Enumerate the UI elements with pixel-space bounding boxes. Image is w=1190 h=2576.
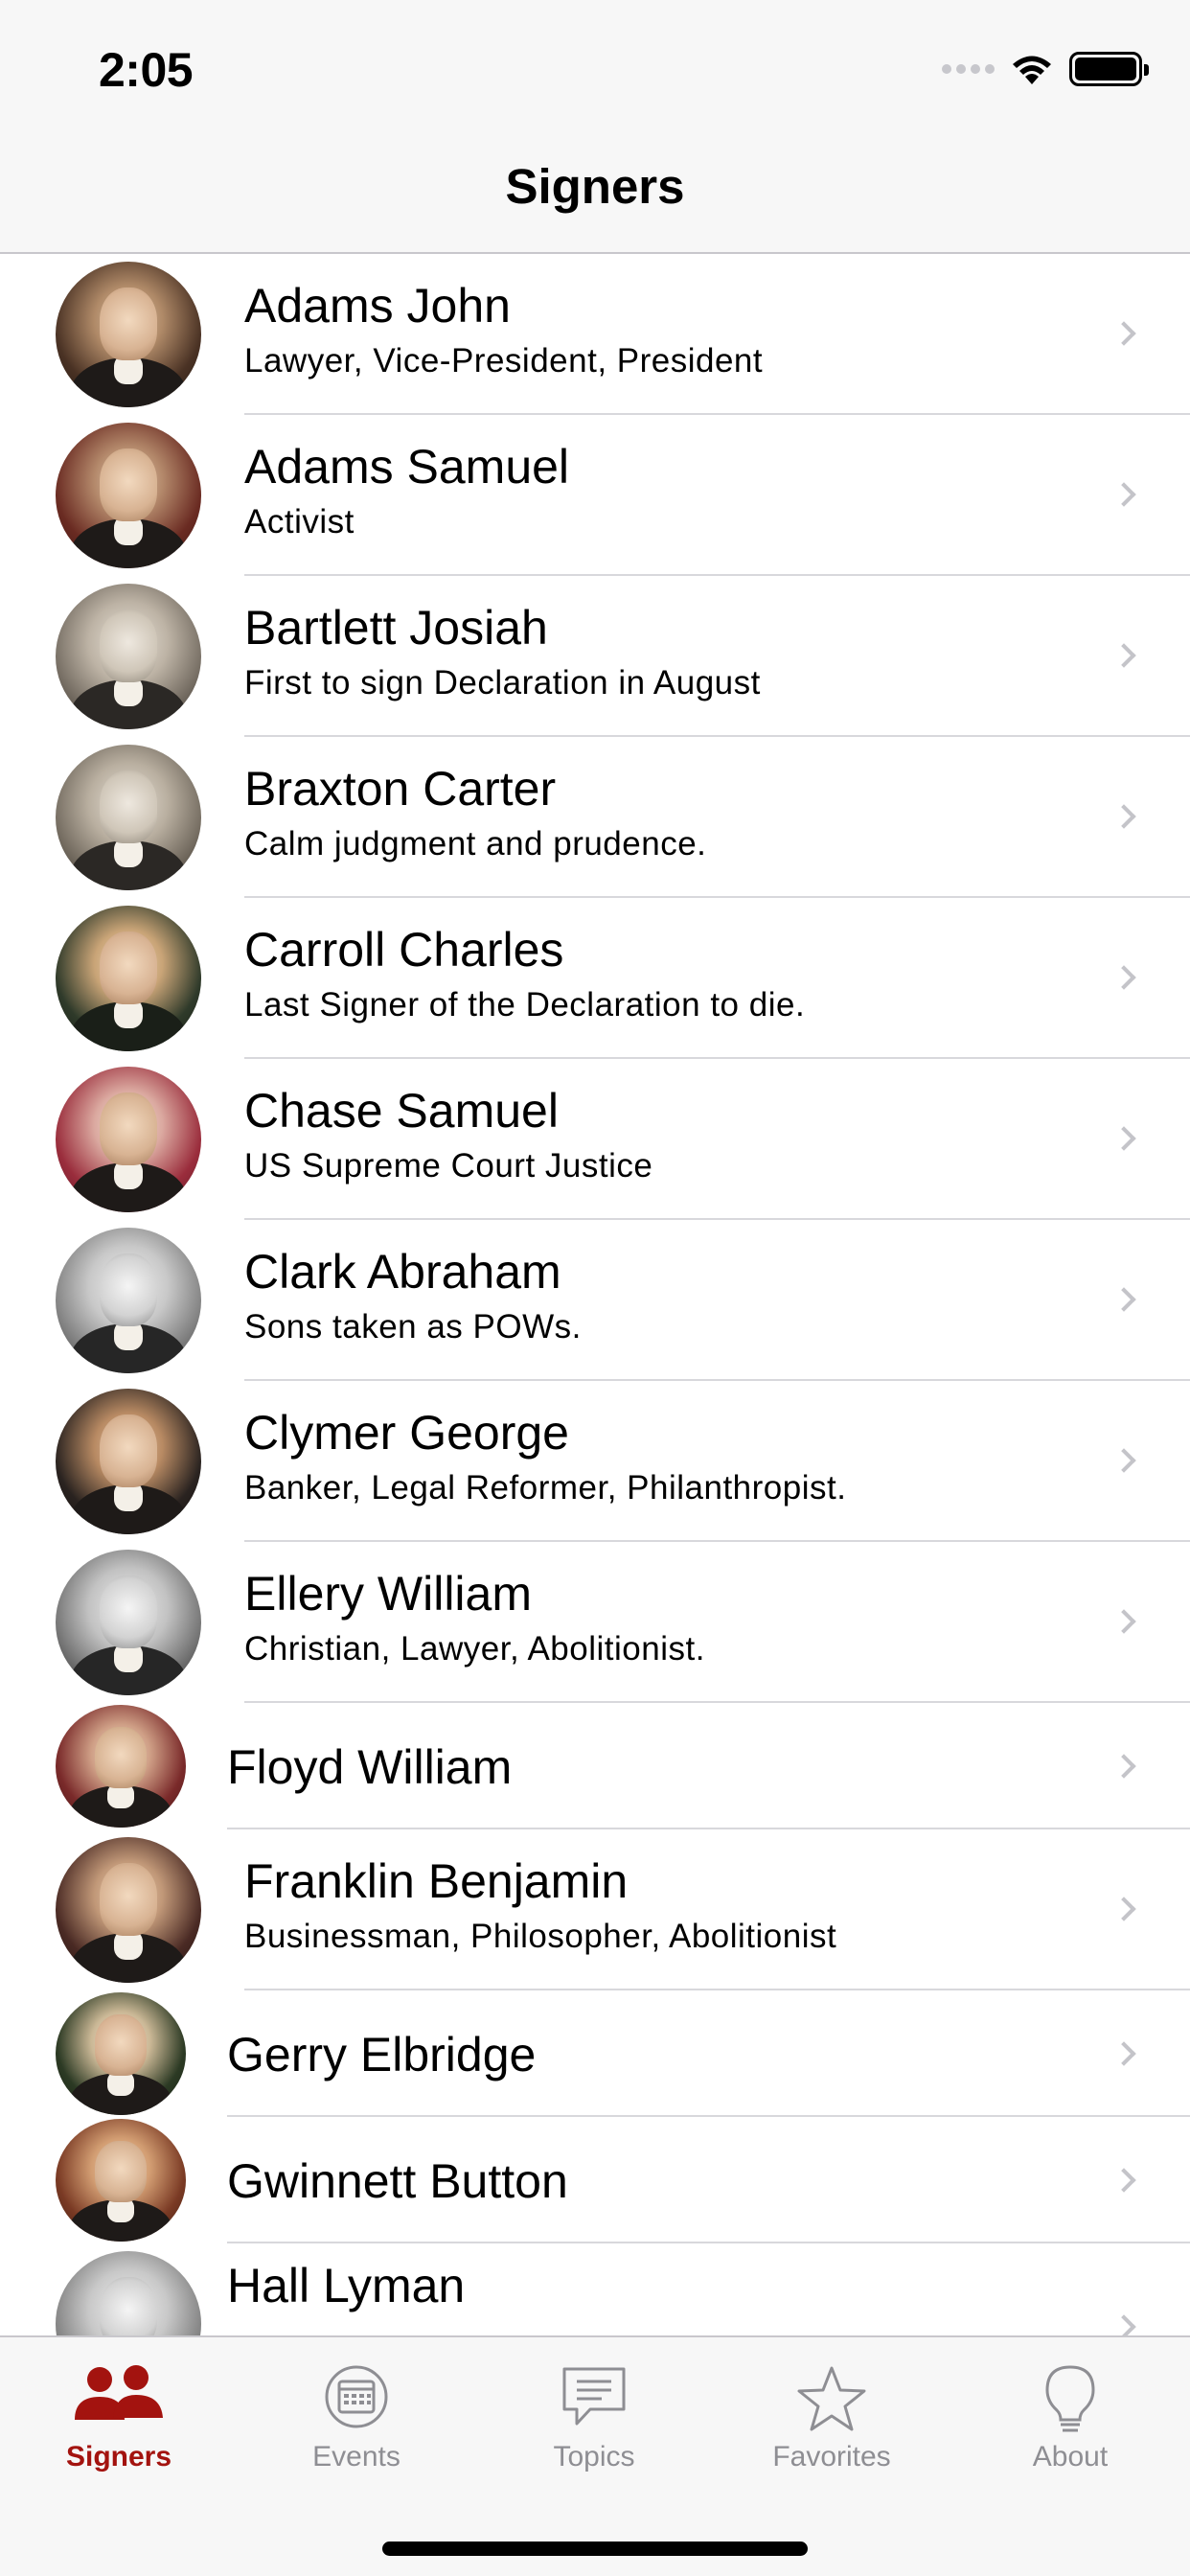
tab-events[interactable]: Events bbox=[238, 2337, 475, 2500]
signer-subtitle: Christian, Lawyer, Abolitionist. bbox=[244, 1630, 705, 1668]
list-item[interactable]: Floyd William bbox=[0, 1703, 1190, 1829]
list-item[interactable]: Ellery William Christian, Lawyer, Abolit… bbox=[0, 1542, 1190, 1703]
chevron-right-icon bbox=[1111, 804, 1136, 829]
avatar bbox=[56, 1992, 186, 2115]
star-icon bbox=[796, 2364, 867, 2438]
tab-label: Events bbox=[312, 2441, 400, 2472]
list-item[interactable]: Clark Abraham Sons taken as POWs. bbox=[0, 1220, 1190, 1381]
avatar bbox=[56, 1067, 201, 1212]
signer-name: Adams John bbox=[244, 279, 511, 333]
list-item[interactable]: Braxton Carter Calm judgment and prudenc… bbox=[0, 737, 1190, 898]
avatar bbox=[56, 423, 201, 568]
signer-name: Clymer George bbox=[244, 1406, 569, 1460]
signer-name: Floyd William bbox=[227, 1740, 513, 1794]
lightbulb-icon bbox=[1043, 2364, 1097, 2440]
signer-subtitle: Calm judgment and prudence. bbox=[244, 825, 707, 862]
cellular-signal-icon bbox=[942, 64, 995, 74]
avatar bbox=[56, 2119, 186, 2242]
chevron-right-icon bbox=[1111, 1287, 1136, 1312]
list-item[interactable]: Franklin Benjamin Businessman, Philosoph… bbox=[0, 1829, 1190, 1990]
list-item[interactable]: Carroll Charles Last Signer of the Decla… bbox=[0, 898, 1190, 1059]
signer-name: Hall Lyman bbox=[227, 2259, 466, 2312]
tab-label: Favorites bbox=[772, 2441, 891, 2472]
signer-subtitle: Banker, Legal Reformer, Philanthropist. bbox=[244, 1469, 847, 1506]
avatar bbox=[56, 1837, 201, 1983]
signer-name: Carroll Charles bbox=[244, 923, 564, 977]
chevron-right-icon bbox=[1111, 1609, 1136, 1634]
calendar-icon bbox=[324, 2364, 389, 2434]
avatar bbox=[56, 1550, 201, 1695]
avatar bbox=[56, 1389, 201, 1534]
list-item[interactable]: Gwinnett Button bbox=[0, 2117, 1190, 2243]
signer-name: Franklin Benjamin bbox=[244, 1854, 629, 1908]
signer-name: Adams Samuel bbox=[244, 440, 570, 494]
tab-about[interactable]: About bbox=[950, 2337, 1190, 2500]
list-item[interactable]: Adams Samuel Activist bbox=[0, 415, 1190, 576]
tab-label: Signers bbox=[65, 2441, 172, 2472]
wifi-icon bbox=[1010, 52, 1054, 86]
list-item[interactable]: Adams John Lawyer, Vice-President, Presi… bbox=[0, 254, 1190, 415]
signer-name: Bartlett Josiah bbox=[244, 601, 548, 655]
chevron-right-icon bbox=[1111, 321, 1136, 346]
signers-list[interactable]: Adams John Lawyer, Vice-President, Presi… bbox=[0, 254, 1190, 2335]
navigation-header: 2:05 Signers bbox=[0, 0, 1190, 254]
signer-subtitle: First to sign Declaration in August bbox=[244, 664, 761, 702]
tab-topics[interactable]: Topics bbox=[475, 2337, 713, 2500]
app-screen: 2:05 Signers Adams John Lawyer, Vice-Pre… bbox=[0, 0, 1190, 2576]
battery-icon bbox=[1069, 52, 1149, 86]
signer-name: Braxton Carter bbox=[244, 762, 557, 816]
signer-subtitle: US Supreme Court Justice bbox=[244, 1147, 653, 1184]
list-item[interactable]: Bartlett Josiah First to sign Declaratio… bbox=[0, 576, 1190, 737]
home-indicator[interactable] bbox=[382, 2542, 808, 2556]
signer-subtitle: Last Signer of the Declaration to die. bbox=[244, 986, 806, 1024]
chevron-right-icon bbox=[1111, 965, 1136, 990]
signer-subtitle: Sons taken as POWs. bbox=[244, 1308, 582, 1346]
tab-favorites[interactable]: Favorites bbox=[713, 2337, 950, 2500]
avatar bbox=[56, 1228, 201, 1373]
avatar bbox=[56, 906, 201, 1051]
signer-name: Chase Samuel bbox=[244, 1084, 559, 1138]
chevron-right-icon bbox=[1111, 1897, 1136, 1921]
signer-subtitle: Activist bbox=[244, 503, 355, 540]
chevron-right-icon bbox=[1111, 1448, 1136, 1473]
avatar bbox=[56, 262, 201, 407]
speech-bubble-icon bbox=[560, 2364, 629, 2436]
avatar bbox=[56, 584, 201, 729]
chevron-right-icon bbox=[1111, 482, 1136, 507]
chevron-right-icon bbox=[1111, 643, 1136, 668]
page-title: Signers bbox=[505, 159, 685, 214]
tab-label: Topics bbox=[553, 2441, 635, 2472]
signer-subtitle: Lawyer, Vice-President, President bbox=[244, 342, 764, 380]
list-item[interactable]: Gerry Elbridge bbox=[0, 1990, 1190, 2117]
signer-name: Clark Abraham bbox=[244, 1245, 561, 1299]
list-item[interactable]: Chase Samuel US Supreme Court Justice bbox=[0, 1059, 1190, 1220]
status-indicators bbox=[942, 50, 1149, 88]
avatar bbox=[56, 2251, 201, 2335]
status-time: 2:05 bbox=[99, 43, 194, 97]
avatar bbox=[56, 745, 201, 890]
chevron-right-icon bbox=[1111, 2314, 1136, 2335]
chevron-right-icon bbox=[1111, 2041, 1136, 2066]
tab-bar: Signers Events Topics Favorites About bbox=[0, 2335, 1190, 2576]
avatar bbox=[56, 1705, 186, 1828]
signer-subtitle: Businessman, Philosopher, Abolitionist bbox=[244, 1918, 837, 1955]
signer-name: Gwinnett Button bbox=[227, 2154, 568, 2208]
tab-signers[interactable]: Signers bbox=[0, 2337, 238, 2500]
tab-label: About bbox=[1032, 2441, 1109, 2472]
list-item[interactable]: Clymer George Banker, Legal Reformer, Ph… bbox=[0, 1381, 1190, 1542]
signer-name: Gerry Elbridge bbox=[227, 2028, 537, 2082]
list-item[interactable]: Hall Lyman bbox=[0, 2243, 1190, 2335]
signer-name: Ellery William bbox=[244, 1567, 532, 1621]
chevron-right-icon bbox=[1111, 1126, 1136, 1151]
chevron-right-icon bbox=[1111, 1754, 1136, 1779]
chevron-right-icon bbox=[1111, 2168, 1136, 2193]
people-icon bbox=[73, 2364, 165, 2428]
